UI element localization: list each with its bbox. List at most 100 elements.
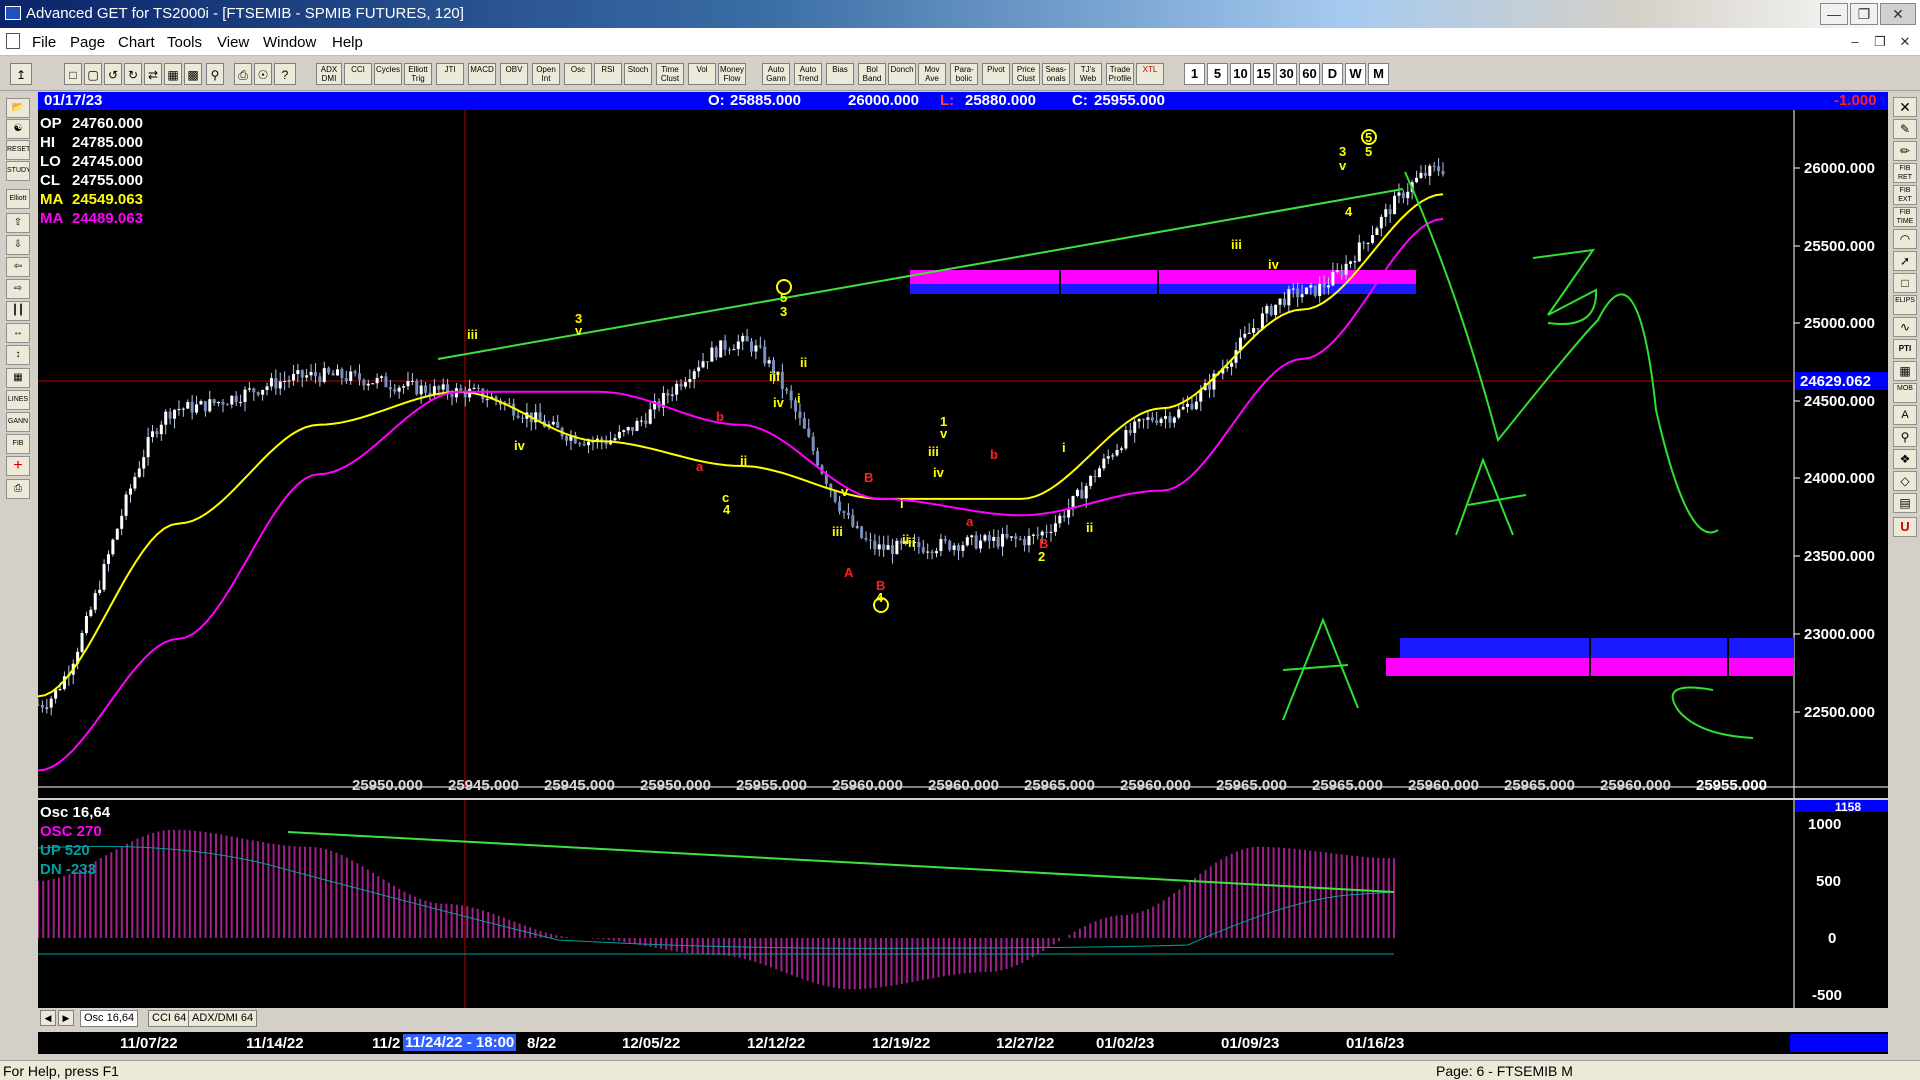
price-chart[interactable]: iii 3 v iv 3 5 iii ii i iv ii c 4 iii ii… xyxy=(36,110,1888,798)
study-auto-trend-button[interactable]: Auto Trend xyxy=(794,63,822,85)
open-icon[interactable]: 📂 xyxy=(6,98,30,118)
timeframe-60-button[interactable]: 60 xyxy=(1299,63,1320,85)
study-button[interactable]: STUDY xyxy=(6,161,30,181)
next-chart-icon[interactable]: ↻ xyxy=(124,63,142,85)
fib-button[interactable]: FIB xyxy=(6,434,30,454)
fib-time-button[interactable]: FIB TIME xyxy=(1893,207,1917,227)
timeframe-w-button[interactable]: W xyxy=(1345,63,1366,85)
pen-red-icon[interactable]: ✏ xyxy=(1893,141,1917,161)
down-arrow-icon[interactable]: ⇩ xyxy=(6,235,30,255)
tab-cci[interactable]: CCI 64 xyxy=(148,1010,191,1027)
menu-tools[interactable]: Tools xyxy=(167,34,202,51)
study-auto-gann-button[interactable]: Auto Gann xyxy=(762,63,790,85)
close-button[interactable]: ✕ xyxy=(1880,3,1916,25)
right-arrow-icon[interactable]: ⇨ xyxy=(6,279,30,299)
menu-view[interactable]: View xyxy=(217,34,249,51)
tab-scroll-right-icon[interactable]: ▶ xyxy=(58,1010,74,1026)
study-pivot-button[interactable]: Pivot xyxy=(982,63,1010,85)
menu-file[interactable]: File xyxy=(32,34,56,51)
study-bol-band-button[interactable]: Bol Band xyxy=(858,63,886,85)
pti-button[interactable]: PTI xyxy=(1893,339,1917,359)
timeframe-15-button[interactable]: 15 xyxy=(1253,63,1274,85)
grid-icon[interactable]: ▦ xyxy=(6,368,30,388)
expand-icon[interactable]: ↔ xyxy=(6,323,30,343)
menu-chart[interactable]: Chart xyxy=(118,34,155,51)
study-cci-button[interactable]: CCI xyxy=(344,63,372,85)
elips-button[interactable]: ELIPS xyxy=(1893,295,1917,315)
study-macd-button[interactable]: MACD xyxy=(468,63,496,85)
study-time-clust-button[interactable]: Time Clust xyxy=(656,63,684,85)
magnifier-icon[interactable]: ⚲ xyxy=(206,63,224,85)
document-icon[interactable] xyxy=(6,33,20,49)
menu-page[interactable]: Page xyxy=(70,34,105,51)
refresh-icon[interactable]: ⇄ xyxy=(144,63,162,85)
study-cycles-button[interactable]: Cycles xyxy=(374,63,402,85)
lines-button[interactable]: LINES xyxy=(6,390,30,410)
study-open-int-button[interactable]: Open Int xyxy=(532,63,560,85)
study-money-flow-button[interactable]: Money Flow xyxy=(718,63,746,85)
prev-chart-icon[interactable]: ↺ xyxy=(104,63,122,85)
oscillator-panel[interactable]: Osc 16,64 OSC 270 UP 520 DN -233 1158 10… xyxy=(37,800,1888,1008)
bulb-icon[interactable]: ☉ xyxy=(254,63,272,85)
mdi-minimize-icon[interactable]: – xyxy=(1846,34,1864,50)
fib-ext-button[interactable]: FIB EXT xyxy=(1893,185,1917,205)
elliott-button[interactable]: Elliott xyxy=(6,189,30,209)
study-adx-dmi-button[interactable]: ADX DMI xyxy=(316,63,342,85)
grid-toggle-icon[interactable]: ▦ xyxy=(164,63,182,85)
delete-icon[interactable]: ✕ xyxy=(1893,97,1917,117)
study-bias-button[interactable]: Bias xyxy=(826,63,854,85)
study-vol-button[interactable]: Vol xyxy=(688,63,716,85)
timeframe-1-button[interactable]: 1 xyxy=(1184,63,1205,85)
study-trade-profile-button[interactable]: Trade Profile xyxy=(1106,63,1134,85)
text-tool-icon[interactable]: A xyxy=(1893,405,1917,425)
study-parabolic-button[interactable]: Para-bolic xyxy=(950,63,978,85)
study-rsi-button[interactable]: RSI xyxy=(594,63,622,85)
book-icon[interactable]: ▤ xyxy=(1893,493,1917,513)
oscillator-svg[interactable]: Osc 16,64 OSC 270 UP 520 DN -233 1158 10… xyxy=(37,800,1888,1008)
pitchfork-icon[interactable]: ☯ xyxy=(6,119,30,139)
up-arrow-icon[interactable]: ⇧ xyxy=(6,213,30,233)
reset-button[interactable]: RESET xyxy=(6,140,30,160)
minimize-button[interactable]: — xyxy=(1820,3,1848,25)
timeframe-30-button[interactable]: 30 xyxy=(1276,63,1297,85)
study-tjs-web-button[interactable]: TJ's Web xyxy=(1074,63,1102,85)
compress-icon[interactable]: ↕ xyxy=(6,345,30,365)
fib-ret-button[interactable]: FIB RET xyxy=(1893,163,1917,183)
new-page-icon[interactable]: □ xyxy=(64,63,82,85)
pointer-icon[interactable]: ↥ xyxy=(10,63,32,85)
study-osc-button[interactable]: Osc xyxy=(564,63,592,85)
study-stoch-button[interactable]: Stoch xyxy=(624,63,652,85)
gann-button[interactable]: GANN xyxy=(6,412,30,432)
tab-scroll-left-icon[interactable]: ◀ xyxy=(40,1010,56,1026)
magnet-icon[interactable]: U xyxy=(1893,517,1917,537)
copy-page-icon[interactable]: ▢ xyxy=(84,63,102,85)
mdi-close-icon[interactable]: ✕ xyxy=(1896,34,1914,50)
study-elliott-trig-button[interactable]: Elliott Trig xyxy=(404,63,432,85)
arc-icon[interactable]: ◠ xyxy=(1893,229,1917,249)
tab-osc[interactable]: Osc 16,64 xyxy=(80,1010,139,1027)
price-chart-svg[interactable]: iii 3 v iv 3 5 iii ii i iv ii c 4 iii ii… xyxy=(36,110,1888,798)
zoom-icon[interactable]: ⚲ xyxy=(1893,427,1917,447)
pen-icon[interactable]: ✎ xyxy=(1893,119,1917,139)
timeframe-10-button[interactable]: 10 xyxy=(1230,63,1251,85)
marker-icon[interactable]: ◇ xyxy=(1893,471,1917,491)
left-arrow-icon[interactable]: ⇦ xyxy=(6,257,30,277)
mob-button[interactable]: MOB xyxy=(1893,383,1917,403)
study-mov-ave-button[interactable]: Mov Ave xyxy=(918,63,946,85)
study-seasonals-button[interactable]: Seas-onals xyxy=(1042,63,1070,85)
timeframe-5-button[interactable]: 5 xyxy=(1207,63,1228,85)
study-price-clust-button[interactable]: Price Clust xyxy=(1012,63,1040,85)
crosshair-icon[interactable]: + xyxy=(6,456,30,476)
mdi-restore-icon[interactable]: ❐ xyxy=(1871,34,1889,50)
bars-icon[interactable]: ┃┃ xyxy=(6,301,30,321)
study-xtl-button[interactable]: XTL xyxy=(1136,63,1164,85)
grid-tool-icon[interactable]: ▦ xyxy=(1893,361,1917,381)
zigzag-icon[interactable]: ∿ xyxy=(1893,317,1917,337)
timeframe-d-button[interactable]: D xyxy=(1322,63,1343,85)
timeframe-m-button[interactable]: M xyxy=(1368,63,1389,85)
study-donch-button[interactable]: Donch xyxy=(888,63,916,85)
study-obv-button[interactable]: OBV xyxy=(500,63,528,85)
help-pointer-icon[interactable]: ? xyxy=(274,63,296,85)
print-icon[interactable]: ⎙ xyxy=(234,63,252,85)
arrow-tool-icon[interactable]: ➚ xyxy=(1893,251,1917,271)
